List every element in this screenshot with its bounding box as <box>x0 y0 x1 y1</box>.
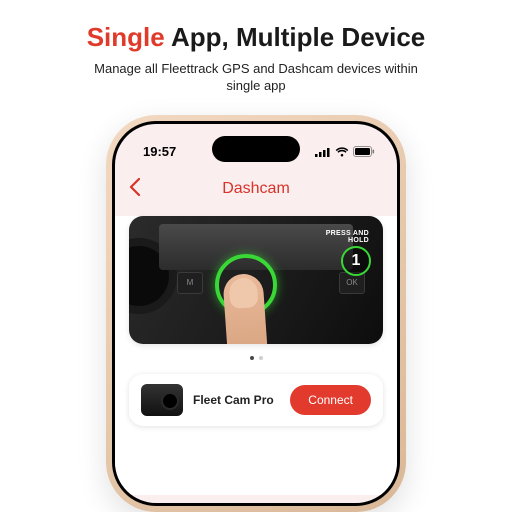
screen-content: M OK PRESS AND HOLD 1 <box>115 216 397 495</box>
device-m-button-graphic: M <box>177 272 203 294</box>
carousel-dots[interactable] <box>115 356 397 360</box>
phone-frame: 19:57 <box>106 115 406 512</box>
headline-rest: App, Multiple Device <box>165 22 426 52</box>
nav-bar: Dashcam <box>115 166 397 216</box>
promo-headline: Single App, Multiple Device <box>87 22 426 53</box>
headline-accent: Single <box>87 22 165 52</box>
phone-screen: 19:57 <box>115 124 397 503</box>
device-thumbnail-icon <box>141 384 183 416</box>
back-button[interactable] <box>129 176 149 202</box>
press-hold-label: PRESS AND HOLD <box>326 230 369 245</box>
press-hold-line2: HOLD <box>348 237 369 244</box>
device-card: Fleet Cam Pro Connect <box>129 374 383 426</box>
nav-title: Dashcam <box>115 180 397 198</box>
promo-subhead: Manage all Fleettrack GPS and Dashcam de… <box>76 61 436 95</box>
press-hold-line1: PRESS AND <box>326 230 369 237</box>
device-name: Fleet Cam Pro <box>193 393 280 407</box>
battery-icon <box>353 146 375 157</box>
step-badge: 1 <box>341 246 371 276</box>
cellular-signal-icon <box>315 147 331 157</box>
carousel-dot-2[interactable] <box>259 356 263 360</box>
finger-graphic <box>222 272 267 343</box>
wifi-icon <box>335 147 349 157</box>
carousel-dot-1[interactable] <box>250 356 254 360</box>
instruction-hero[interactable]: M OK PRESS AND HOLD 1 <box>129 216 383 344</box>
phone-notch <box>212 136 300 162</box>
phone-mockup: 19:57 <box>106 115 406 512</box>
connect-button[interactable]: Connect <box>290 385 371 415</box>
status-time: 19:57 <box>143 144 176 159</box>
